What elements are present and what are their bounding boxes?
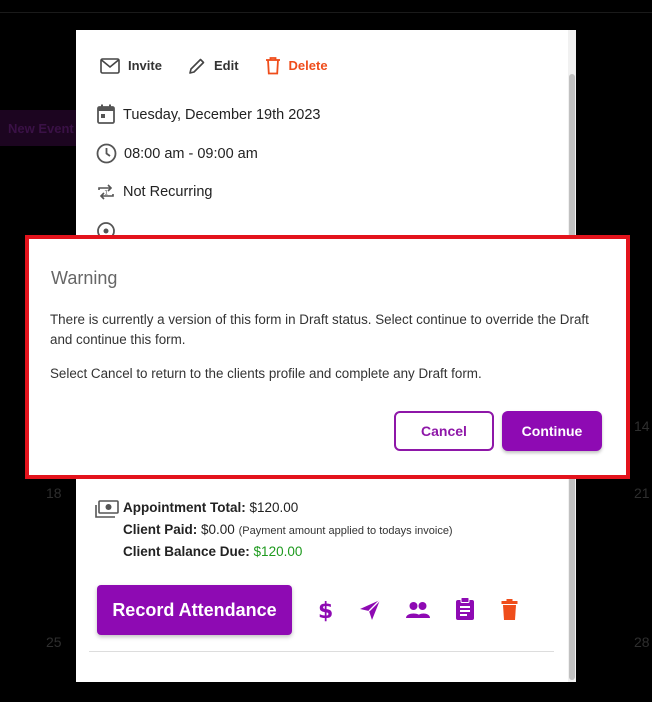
event-date-row: Tuesday, December 19th 2023	[96, 104, 320, 125]
repeat-icon: 1	[98, 184, 114, 200]
calendar-icon	[97, 104, 115, 124]
clipboard-icon[interactable]	[455, 597, 475, 621]
calendar-day-number: 25	[46, 634, 62, 650]
client-balance-due: Client Balance Due: $120.00	[123, 544, 302, 559]
svg-text:1: 1	[104, 190, 108, 197]
edit-button[interactable]: Edit	[188, 57, 239, 75]
warning-cancel-hint: Select Cancel to return to the clients p…	[50, 366, 482, 381]
balance-due-value: $120.00	[253, 544, 303, 559]
mail-icon	[100, 57, 120, 74]
calendar-day-number: 28	[634, 634, 650, 650]
client-paid-note: (Payment amount applied to todays invoic…	[238, 525, 453, 537]
dollar-icon[interactable]: $	[316, 597, 334, 623]
clock-icon	[96, 143, 117, 164]
edit-label: Edit	[213, 58, 239, 73]
trash-icon[interactable]	[501, 599, 518, 620]
background-divider	[0, 12, 652, 13]
invite-button[interactable]: Invite	[100, 57, 162, 74]
appointment-total: Appointment Total: $120.00	[123, 500, 298, 515]
cancel-button[interactable]: Cancel	[394, 411, 494, 451]
appointment-total-label: Appointment Total:	[123, 500, 246, 515]
calendar-day-number: 21	[634, 485, 650, 501]
event-date: Tuesday, December 19th 2023	[123, 106, 321, 123]
event-actions: Invite Edit Delete	[100, 56, 354, 75]
group-icon[interactable]	[405, 601, 431, 619]
new-event-chip: New Event	[0, 110, 80, 146]
invite-label: Invite	[128, 58, 162, 73]
delete-label: Delete	[288, 58, 328, 73]
event-recurrence-row: 1 Not Recurring	[96, 182, 212, 202]
money-icon	[95, 500, 119, 518]
record-attendance-button[interactable]: Record Attendance	[97, 585, 292, 635]
panel-divider	[89, 651, 554, 652]
event-time: 08:00 am - 09:00 am	[124, 145, 258, 162]
calendar-day-number: 14	[634, 418, 650, 434]
client-paid-label: Client Paid:	[123, 522, 198, 537]
warning-dialog: Warning There is currently a version of …	[25, 235, 630, 479]
event-recurrence: Not Recurring	[123, 184, 213, 200]
send-icon[interactable]	[358, 598, 382, 622]
appointment-total-value: $120.00	[249, 500, 299, 515]
balance-due-label: Client Balance Due:	[123, 544, 250, 559]
client-paid: Client Paid: $0.00 (Payment amount appli…	[123, 522, 453, 537]
delete-button[interactable]: Delete	[265, 56, 328, 75]
event-time-row: 08:00 am - 09:00 am	[96, 143, 258, 164]
continue-button[interactable]: Continue	[502, 411, 602, 451]
calendar-day-number: 18	[46, 485, 62, 501]
warning-message: There is currently a version of this for…	[50, 312, 589, 347]
svg-text:$: $	[318, 599, 333, 623]
client-paid-value: $0.00	[201, 522, 235, 537]
pencil-icon	[189, 58, 205, 74]
trash-icon	[265, 57, 280, 75]
warning-title: Warning	[51, 268, 118, 288]
